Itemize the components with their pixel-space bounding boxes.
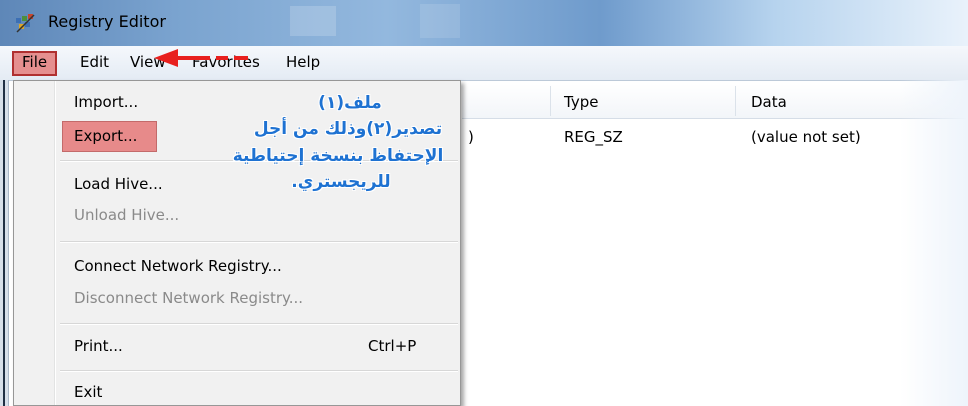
menu-item-import[interactable]: Import...: [74, 93, 138, 111]
row-type[interactable]: REG_SZ: [564, 128, 623, 146]
title-bar: Registry Editor: [0, 0, 968, 47]
menu-item-unload-hive: Unload Hive...: [74, 206, 180, 224]
column-separator: [550, 86, 551, 116]
column-header-data[interactable]: Data: [751, 93, 787, 111]
tree-pane-edge: [0, 80, 9, 406]
menu-bar: File Edit View Favorites Help: [0, 46, 968, 81]
annotation-line-1: ملف(١): [318, 93, 382, 113]
list-header: [462, 84, 968, 119]
annotation-line-3: الإحتفاظ بنسخة إحتياطية: [232, 146, 444, 166]
annotation-line-4: للريجستري.: [291, 172, 391, 192]
menu-edit[interactable]: Edit: [74, 51, 115, 73]
registry-editor-icon: [16, 14, 35, 33]
menu-separator: [60, 241, 458, 243]
menu-item-exit[interactable]: Exit: [74, 383, 102, 401]
menu-item-export[interactable]: Export...: [74, 127, 137, 145]
title-bar-reflection: [420, 4, 460, 38]
menu-item-disconnect-network-registry: Disconnect Network Registry...: [74, 289, 304, 307]
title-bar-reflection: [290, 6, 336, 36]
menu-item-load-hive[interactable]: Load Hive...: [74, 175, 163, 193]
menu-help[interactable]: Help: [280, 51, 326, 73]
print-shortcut: Ctrl+P: [368, 337, 417, 355]
arrow-left-icon: [154, 49, 248, 67]
column-separator: [735, 86, 736, 116]
annotation-line-2: تصدير(٢)وذلك من أجل: [253, 119, 443, 139]
menu-file[interactable]: File: [12, 51, 58, 76]
row-name-fragment: ): [468, 128, 474, 146]
window-title: Registry Editor: [48, 12, 166, 31]
menu-separator: [60, 323, 458, 325]
menu-item-connect-network-registry[interactable]: Connect Network Registry...: [74, 257, 282, 275]
window-edge-fade: [900, 80, 968, 406]
menu-separator: [60, 370, 458, 372]
menu-item-print[interactable]: Print...: [74, 337, 123, 355]
column-header-type[interactable]: Type: [564, 93, 598, 111]
row-data[interactable]: (value not set): [751, 128, 861, 146]
